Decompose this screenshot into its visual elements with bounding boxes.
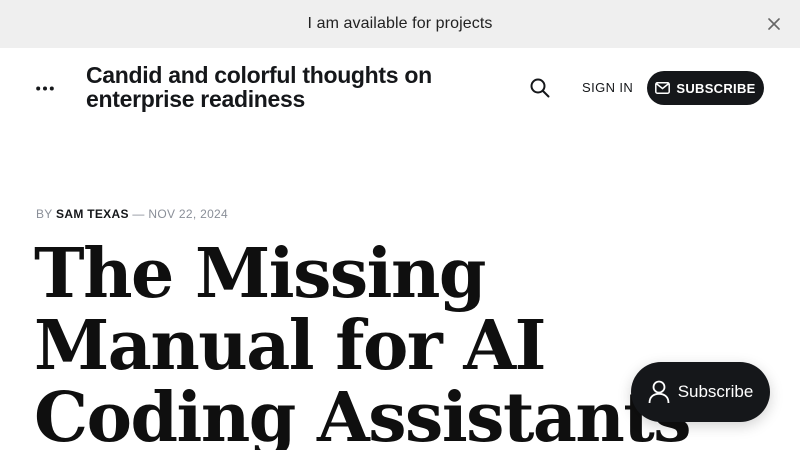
portal-subscribe-label: Subscribe [677,382,754,401]
author-link[interactable]: SAM TEXAS [56,207,129,221]
site-title[interactable]: Candid and colorful thoughts on enterpri… [86,63,506,111]
announcement-text: I am available for projects [307,15,493,32]
subscribe-button[interactable]: SUBSCRIBE [647,71,764,105]
mail-icon [655,82,671,94]
user-icon [648,380,670,404]
close-icon[interactable] [764,14,784,34]
subscribe-button-label: SUBSCRIBE [676,80,756,96]
announcement-bar: I am available for projects [0,0,800,48]
menu-dots-icon[interactable] [32,76,58,100]
byline-prefix: BY [36,207,53,221]
article-byline: BY SAM TEXAS — NOV 22, 2024 [36,207,228,221]
search-icon[interactable] [529,77,551,99]
byline-separator: — [132,207,145,221]
portal-subscribe-button[interactable]: Subscribe [631,362,770,422]
publish-date: NOV 22, 2024 [148,207,229,221]
site-header: Candid and colorful thoughts on enterpri… [0,48,800,128]
sign-in-link[interactable]: SIGN IN [582,80,633,95]
